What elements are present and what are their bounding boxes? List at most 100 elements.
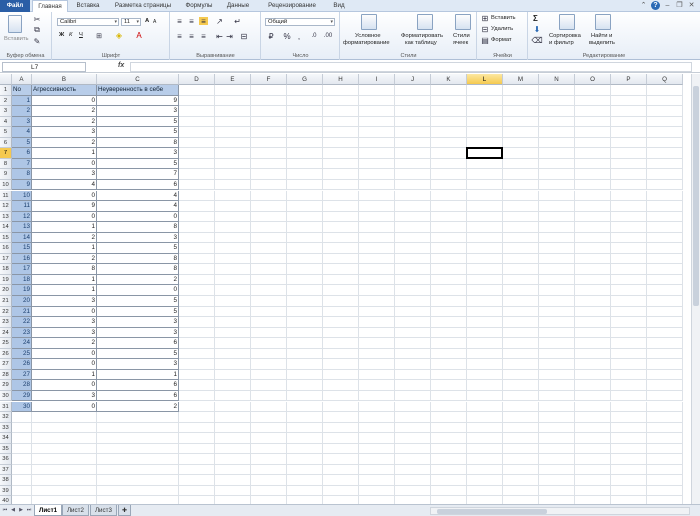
cell[interactable]: [647, 243, 683, 254]
cell[interactable]: [647, 85, 683, 96]
table-cell[interactable]: 0: [32, 95, 97, 107]
cell[interactable]: [395, 169, 431, 180]
cell[interactable]: [215, 412, 251, 423]
table-cell[interactable]: 3: [97, 359, 179, 370]
cell[interactable]: [611, 296, 647, 307]
cell[interactable]: [251, 348, 287, 360]
cell[interactable]: [323, 190, 359, 202]
cell[interactable]: [647, 106, 683, 117]
cell[interactable]: [251, 243, 287, 254]
cell[interactable]: [287, 433, 323, 444]
prev-sheet-icon[interactable]: ◀: [10, 507, 16, 514]
table-cell[interactable]: 8: [97, 222, 179, 233]
cell[interactable]: [359, 348, 395, 360]
shrink-font-button[interactable]: A: [153, 19, 156, 26]
cell[interactable]: [251, 464, 287, 476]
table-cell[interactable]: 14: [12, 232, 32, 244]
cell[interactable]: [503, 464, 539, 476]
cell[interactable]: [503, 274, 539, 286]
cell[interactable]: [287, 253, 323, 265]
cell[interactable]: [539, 179, 575, 191]
table-cell[interactable]: 6: [97, 390, 179, 402]
cell[interactable]: [611, 127, 647, 138]
cell[interactable]: [647, 380, 683, 391]
table-cell[interactable]: 6: [97, 338, 179, 349]
tab-formulas[interactable]: Формулы: [182, 0, 216, 12]
cell[interactable]: [611, 475, 647, 486]
cell[interactable]: [575, 222, 611, 233]
cell[interactable]: [323, 296, 359, 307]
cell[interactable]: [251, 412, 287, 423]
cell[interactable]: [395, 253, 431, 265]
cell[interactable]: [287, 454, 323, 465]
cell[interactable]: [359, 190, 395, 202]
cell[interactable]: [539, 95, 575, 107]
cell[interactable]: [251, 158, 287, 170]
cell[interactable]: [287, 422, 323, 434]
cell[interactable]: [503, 243, 539, 254]
fill-color-icon[interactable]: ◈: [113, 31, 125, 40]
cell[interactable]: [215, 422, 251, 434]
cell[interactable]: [467, 274, 503, 286]
cell[interactable]: [251, 433, 287, 444]
cell[interactable]: [287, 317, 323, 328]
cell[interactable]: [431, 412, 467, 423]
table-cell[interactable]: 5: [97, 127, 179, 138]
cell[interactable]: [359, 433, 395, 444]
cell[interactable]: [467, 85, 503, 96]
minimize-icon[interactable]: –: [663, 1, 672, 10]
table-cell[interactable]: 0: [32, 190, 97, 202]
row-header[interactable]: 21: [0, 296, 12, 307]
cell[interactable]: [359, 390, 395, 402]
cell[interactable]: [431, 454, 467, 465]
next-sheet-icon[interactable]: ▶: [18, 507, 24, 514]
font-color-icon[interactable]: A: [133, 31, 145, 40]
cell[interactable]: [611, 169, 647, 180]
cell[interactable]: [503, 348, 539, 360]
cell[interactable]: [215, 317, 251, 328]
table-cell[interactable]: 8: [12, 169, 32, 180]
cell[interactable]: [323, 243, 359, 254]
row-header[interactable]: 3: [0, 106, 12, 117]
cell[interactable]: [539, 201, 575, 212]
table-cell[interactable]: 2: [32, 116, 97, 128]
cell[interactable]: [12, 422, 32, 434]
table-cell[interactable]: 0: [97, 285, 179, 296]
row-header[interactable]: 31: [0, 401, 12, 413]
cell[interactable]: [287, 274, 323, 286]
cell[interactable]: [287, 327, 323, 339]
table-cell[interactable]: 0: [32, 401, 97, 413]
cell[interactable]: [503, 106, 539, 117]
cell[interactable]: [467, 232, 503, 244]
cell[interactable]: [323, 327, 359, 339]
table-cell[interactable]: 3: [32, 169, 97, 180]
column-header-n[interactable]: N: [539, 74, 575, 85]
table-cell[interactable]: 20: [12, 296, 32, 307]
cell[interactable]: [323, 85, 359, 96]
column-header-i[interactable]: I: [359, 74, 395, 85]
cell[interactable]: [431, 274, 467, 286]
cell[interactable]: [611, 264, 647, 275]
cell[interactable]: [395, 243, 431, 254]
cell[interactable]: [287, 464, 323, 476]
cell[interactable]: [97, 422, 179, 434]
cell[interactable]: [647, 443, 683, 455]
cell[interactable]: [179, 464, 215, 476]
cell[interactable]: [575, 496, 611, 504]
cell[interactable]: [179, 348, 215, 360]
cell[interactable]: [647, 296, 683, 307]
cell[interactable]: [215, 338, 251, 349]
table-cell[interactable]: 1: [32, 369, 97, 381]
help-icon[interactable]: ?: [651, 1, 660, 10]
cell[interactable]: [431, 148, 467, 159]
number-format-select[interactable]: Общий: [265, 18, 335, 26]
cell[interactable]: [323, 253, 359, 265]
cell[interactable]: [431, 179, 467, 191]
table-cell[interactable]: 22: [12, 317, 32, 328]
table-cell[interactable]: 2: [32, 232, 97, 244]
cell[interactable]: [431, 85, 467, 96]
cell[interactable]: [503, 127, 539, 138]
horizontal-scrollbar[interactable]: [430, 507, 690, 515]
table-cell[interactable]: 8: [97, 137, 179, 149]
table-cell[interactable]: 17: [12, 264, 32, 275]
